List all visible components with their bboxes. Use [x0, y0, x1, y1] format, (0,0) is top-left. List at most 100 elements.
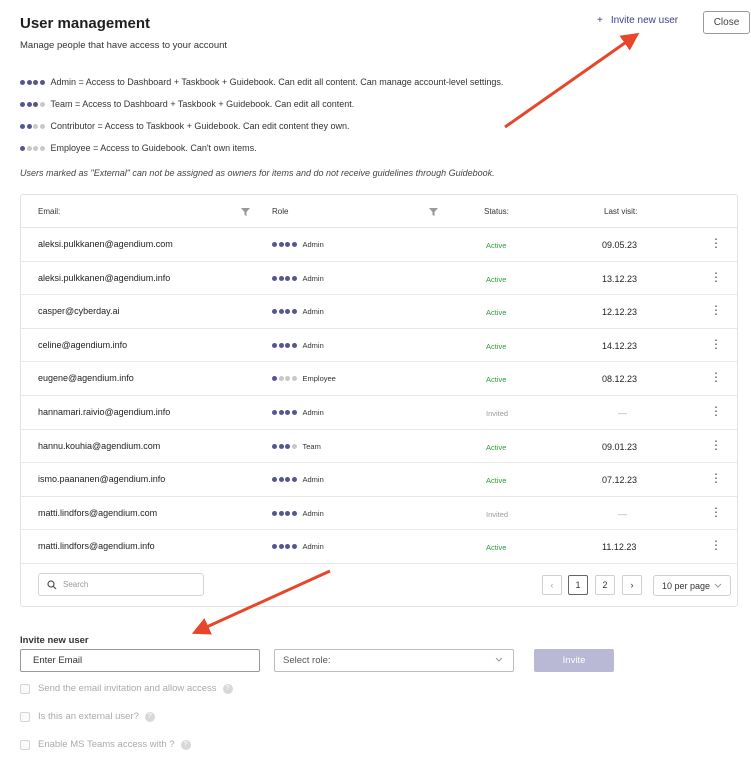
last-visit: 14.12.23	[602, 340, 638, 351]
role-level-icon	[272, 376, 297, 382]
close-button[interactable]: Close	[703, 11, 750, 34]
table-row[interactable]: aleksi.pulkkanen@agendium.com Admin Active…	[21, 228, 737, 262]
status-badge: Invited	[486, 509, 509, 519]
invite-new-user-link[interactable]: + Invite new user	[597, 15, 678, 26]
role-select-value: Select role:	[283, 655, 331, 666]
role-label: Admin	[302, 307, 324, 317]
user-role: Admin	[272, 475, 324, 484]
status-badge: Active	[486, 476, 507, 486]
role-label: Admin	[302, 542, 324, 552]
user-role: Admin	[272, 274, 324, 283]
row-menu-icon[interactable]: ⋮	[710, 271, 722, 283]
last-visit: 09.05.23	[602, 240, 638, 250]
user-email: celine@agendium.info	[38, 339, 128, 350]
user-role: Admin	[272, 240, 324, 249]
row-menu-icon[interactable]: ⋮	[710, 338, 722, 350]
status-badge: Invited	[486, 409, 509, 418]
table-row[interactable]: celine@agendium.info Admin Active 14.12.23 ⋮	[21, 329, 737, 363]
ms-teams-checkbox[interactable]	[20, 739, 30, 750]
filter-icon[interactable]	[241, 208, 250, 216]
per-page-label: 10 per page	[662, 580, 711, 591]
user-role: Admin	[272, 542, 324, 551]
ms-teams-option[interactable]: Enable MS Teams access with ? ?	[20, 739, 191, 750]
user-email: casper@cyberday.ai	[38, 306, 120, 317]
next-page-button[interactable]: ›	[622, 575, 642, 595]
column-email[interactable]: Email:	[38, 207, 60, 216]
role-level-icon	[272, 510, 297, 516]
user-role: Admin	[272, 509, 324, 518]
invite-button[interactable]: Invite	[534, 649, 614, 672]
plus-icon: +	[597, 15, 603, 26]
user-role: Employee	[272, 374, 336, 383]
role-label: Admin	[302, 273, 324, 283]
last-visit: 09.01.23	[602, 441, 638, 452]
row-menu-icon[interactable]: ⋮	[710, 439, 722, 451]
legend-text: Contributor = Access to Taskbook + Guide…	[50, 121, 350, 131]
role-level-icon	[272, 242, 297, 247]
send-invitation-option[interactable]: Send the email invitation and allow acce…	[20, 683, 233, 694]
table-row[interactable]: aleksi.pulkkanen@agendium.info Admin Activ…	[21, 262, 737, 296]
role-level-icon	[272, 443, 297, 449]
external-user-checkbox[interactable]	[20, 711, 30, 722]
role-legend: Admin = Access to Dashboard + Taskbook +…	[20, 71, 503, 159]
role-level-icon	[20, 101, 45, 107]
option-label: Is this an external user?	[38, 711, 139, 722]
role-select[interactable]: Select role:	[274, 649, 514, 672]
row-menu-icon[interactable]: ⋮	[710, 472, 722, 484]
row-menu-icon[interactable]: ⋮	[710, 237, 722, 249]
user-email: aleksi.pulkkanen@agendium.com	[38, 239, 173, 249]
row-menu-icon[interactable]: ⋮	[710, 371, 722, 383]
table-row[interactable]: ismo.paananen@agendium.info Admin Active 07…	[21, 463, 737, 497]
role-level-icon	[272, 477, 297, 483]
table-row[interactable]: matti.lindfors@agendium.info Admin Active 1…	[21, 530, 737, 564]
last-visit: 08.12.23	[602, 374, 638, 385]
role-label: Admin	[302, 475, 324, 485]
option-label: Enable MS Teams access with ?	[38, 739, 175, 750]
legend-text: Admin = Access to Dashboard + Taskbook +…	[50, 77, 504, 87]
prev-page-button[interactable]: ‹	[542, 575, 562, 595]
last-visit: —	[618, 408, 627, 418]
user-email: hannamari.raivio@agendium.info	[38, 407, 171, 417]
table-row[interactable]: matti.lindfors@agendium.com Admin Invited —…	[21, 497, 737, 531]
invite-email-input[interactable]	[20, 649, 260, 672]
legend-text: Employee = Access to Guidebook. Can't ow…	[50, 143, 257, 153]
user-email: matti.lindfors@agendium.com	[38, 507, 158, 518]
status-badge: Active	[486, 442, 507, 452]
external-users-note: Users marked as "External" can not be as…	[20, 168, 495, 178]
user-role: Admin	[272, 307, 324, 316]
role-label: Admin	[302, 408, 324, 417]
role-label: Admin	[302, 340, 324, 350]
invite-section-title: Invite new user	[20, 635, 89, 646]
page-title: User management	[20, 15, 151, 32]
table-row[interactable]: eugene@agendium.info Employee Active 08.12.…	[21, 362, 737, 396]
row-menu-icon[interactable]: ⋮	[710, 405, 722, 417]
help-icon[interactable]: ?	[180, 739, 191, 750]
per-page-select[interactable]: 10 per page	[653, 575, 731, 596]
row-menu-icon[interactable]: ⋮	[710, 539, 722, 551]
table-row[interactable]: casper@cyberday.ai Admin Active 12.12.23 ⋮	[21, 295, 737, 329]
table-row[interactable]: hannu.kouhia@agendium.com Team Active 09.01…	[21, 430, 737, 464]
row-menu-icon[interactable]: ⋮	[710, 304, 722, 316]
legend-item-admin: Admin = Access to Dashboard + Taskbook +…	[20, 71, 503, 93]
chevron-down-icon	[714, 583, 722, 588]
user-role: Team	[272, 442, 321, 451]
role-level-icon	[272, 544, 297, 550]
search-box[interactable]	[38, 573, 204, 596]
role-level-icon	[20, 123, 45, 129]
help-icon[interactable]: ?	[144, 711, 155, 722]
page-1-button[interactable]: 1	[568, 575, 588, 595]
role-label: Admin	[302, 240, 324, 249]
user-email: aleksi.pulkkanen@agendium.info	[38, 272, 171, 283]
help-icon[interactable]: ?	[222, 683, 233, 694]
status-badge: Active	[486, 341, 507, 351]
role-label: Admin	[302, 508, 324, 518]
search-input[interactable]	[63, 580, 193, 589]
page-2-button[interactable]: 2	[595, 575, 615, 595]
legend-item-team: Team = Access to Dashboard + Taskbook + …	[20, 93, 503, 115]
table-row[interactable]: hannamari.raivio@agendium.info Admin Invit…	[21, 396, 737, 430]
column-role[interactable]: Role	[272, 207, 288, 216]
filter-icon[interactable]	[429, 208, 438, 216]
send-invitation-checkbox[interactable]	[20, 683, 30, 694]
row-menu-icon[interactable]: ⋮	[710, 506, 722, 518]
external-user-option[interactable]: Is this an external user? ?	[20, 711, 155, 722]
